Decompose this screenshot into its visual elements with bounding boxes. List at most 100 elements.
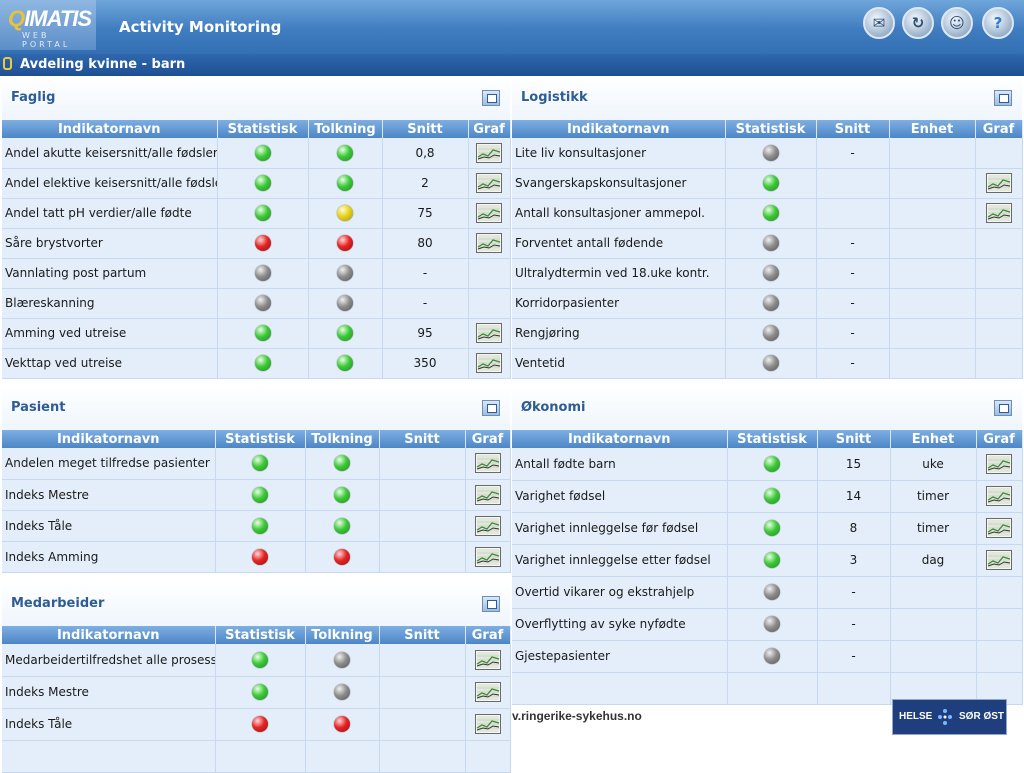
table-row[interactable]: Andel tatt pH verdier/alle fødte 75	[2, 198, 511, 229]
maximize-icon[interactable]	[994, 90, 1012, 106]
table-row[interactable]: Ultralydtermin ved 18.uke kontr. -	[512, 258, 1023, 289]
status-light-red-icon[interactable]	[334, 716, 350, 732]
graph-icon[interactable]	[474, 546, 501, 567]
status-light-green-icon[interactable]	[337, 175, 353, 191]
column-header-indikatornavn[interactable]: Indikatornavn	[2, 430, 216, 448]
graph-icon[interactable]	[986, 453, 1012, 474]
table-row[interactable]: Overflytting av syke nyfødte -	[512, 608, 1023, 641]
status-light-green-icon[interactable]	[764, 455, 780, 472]
status-light-green-icon[interactable]	[254, 175, 271, 191]
table-row[interactable]: Indeks Mestre	[2, 479, 511, 511]
column-header-indikatornavn[interactable]: Indikatornavn	[2, 626, 216, 644]
table-row[interactable]: Medarbeidertilfredshet alle prosesser	[2, 644, 511, 677]
status-light-green-icon[interactable]	[252, 684, 268, 700]
table-row[interactable]: Vekttap ved utreise 350	[2, 348, 511, 379]
status-light-green-icon[interactable]	[762, 205, 779, 221]
graph-icon[interactable]	[474, 682, 501, 702]
status-light-green-icon[interactable]	[334, 455, 350, 472]
status-light-green-icon[interactable]	[764, 488, 780, 504]
graph-icon[interactable]	[474, 714, 501, 734]
graph-icon[interactable]	[986, 518, 1012, 538]
column-header-snitt[interactable]: Snitt	[816, 120, 890, 138]
maximize-icon[interactable]	[482, 596, 500, 612]
table-row[interactable]: Vannlating post partum -	[2, 258, 511, 289]
table-row[interactable]: Lite liv konsultasjoner -	[512, 138, 1023, 169]
status-light-green-icon[interactable]	[252, 455, 268, 472]
user-button[interactable]: ☺	[941, 7, 973, 39]
status-light-green-icon[interactable]	[337, 355, 353, 371]
table-row[interactable]: Andelen meget tilfredse pasienter	[2, 448, 511, 480]
status-light-grey-icon[interactable]	[762, 144, 779, 161]
column-header-tolkning[interactable]: Tolkning	[308, 120, 383, 138]
status-light-grey-icon[interactable]	[254, 295, 271, 311]
table-row[interactable]: Indeks Mestre	[2, 676, 511, 709]
status-light-red-icon[interactable]	[334, 548, 350, 565]
table-row[interactable]: Andel akutte keisersnitt/alle fødsler 0,8	[2, 138, 511, 169]
column-header-statistisk[interactable]: Statistisk	[215, 626, 306, 644]
graph-icon[interactable]	[985, 203, 1012, 223]
graph-icon[interactable]	[476, 173, 502, 193]
column-header-graf[interactable]: Graf	[465, 430, 511, 448]
footer-url[interactable]: v.ringerike-sykehus.no	[512, 709, 642, 723]
column-header-graf[interactable]: Graf	[975, 120, 1023, 138]
status-light-grey-icon[interactable]	[334, 651, 350, 668]
status-light-grey-icon[interactable]	[762, 295, 779, 311]
graph-icon[interactable]	[474, 649, 501, 670]
status-light-green-icon[interactable]	[254, 355, 271, 371]
column-header-enhet[interactable]: Enhet	[890, 430, 977, 448]
graph-icon[interactable]	[474, 515, 501, 536]
table-row[interactable]: Antall fødte barn 15 uke	[512, 448, 1023, 481]
status-light-grey-icon[interactable]	[254, 265, 271, 281]
graph-icon[interactable]	[986, 550, 1012, 570]
graph-icon[interactable]	[476, 353, 502, 373]
table-row[interactable]: Varighet innleggelse før fødsel 8 timer	[512, 512, 1023, 545]
status-light-green-icon[interactable]	[334, 486, 350, 503]
column-header-statistisk[interactable]: Statistisk	[215, 430, 306, 448]
status-light-green-icon[interactable]	[252, 486, 268, 503]
table-row[interactable]: Antall konsultasjoner ammepol.	[512, 198, 1023, 229]
table-row[interactable]: Varighet innleggelse etter fødsel 3 dag	[512, 544, 1023, 577]
graph-icon[interactable]	[986, 486, 1012, 506]
refresh-button[interactable]: ↻	[902, 7, 934, 39]
column-header-statistisk[interactable]: Statistisk	[727, 430, 818, 448]
status-light-green-icon[interactable]	[254, 325, 271, 341]
column-header-graf[interactable]: Graf	[976, 430, 1023, 448]
status-light-grey-icon[interactable]	[337, 265, 353, 281]
status-light-green-icon[interactable]	[337, 325, 353, 341]
column-header-enhet[interactable]: Enhet	[889, 120, 976, 138]
column-header-statistisk[interactable]: Statistisk	[725, 120, 817, 138]
table-row[interactable]: Gjestepasienter -	[512, 640, 1023, 673]
table-row[interactable]: Svangerskapskonsultasjoner	[512, 168, 1023, 199]
status-light-green-icon[interactable]	[762, 175, 779, 191]
table-row[interactable]: Rengjøring -	[512, 318, 1023, 349]
table-row[interactable]: Indeks Tåle	[2, 708, 511, 741]
column-header-indikatornavn[interactable]: Indikatornavn	[2, 120, 218, 138]
status-light-grey-icon[interactable]	[764, 584, 780, 600]
table-row[interactable]: Såre brystvorter 80	[2, 228, 511, 259]
status-light-green-icon[interactable]	[254, 205, 271, 221]
graph-icon[interactable]	[476, 233, 502, 253]
graph-icon[interactable]	[985, 173, 1012, 193]
graph-icon[interactable]	[476, 203, 502, 223]
maximize-icon[interactable]	[482, 90, 500, 106]
column-header-snitt[interactable]: Snitt	[817, 430, 891, 448]
status-light-red-icon[interactable]	[252, 716, 268, 732]
table-row[interactable]: Amming ved utreise 95	[2, 318, 511, 349]
column-header-snitt[interactable]: Snitt	[379, 430, 466, 448]
status-light-green-icon[interactable]	[252, 517, 268, 534]
table-row[interactable]: Overtid vikarer og ekstrahjelp -	[512, 576, 1023, 609]
table-row[interactable]	[2, 740, 511, 773]
status-light-grey-icon[interactable]	[334, 684, 350, 700]
graph-icon[interactable]	[476, 323, 502, 343]
column-header-graf[interactable]: Graf	[465, 626, 511, 644]
status-light-green-icon[interactable]	[252, 651, 268, 668]
column-header-snitt[interactable]: Snitt	[379, 626, 466, 644]
graph-icon[interactable]	[476, 142, 502, 163]
status-light-grey-icon[interactable]	[762, 235, 779, 251]
status-light-green-icon[interactable]	[337, 144, 353, 161]
status-light-green-icon[interactable]	[764, 552, 780, 568]
column-header-snitt[interactable]: Snitt	[382, 120, 469, 138]
table-row[interactable]: Ventetid -	[512, 348, 1023, 379]
mail-button[interactable]: ✉	[863, 7, 895, 39]
status-light-green-icon[interactable]	[254, 144, 271, 161]
